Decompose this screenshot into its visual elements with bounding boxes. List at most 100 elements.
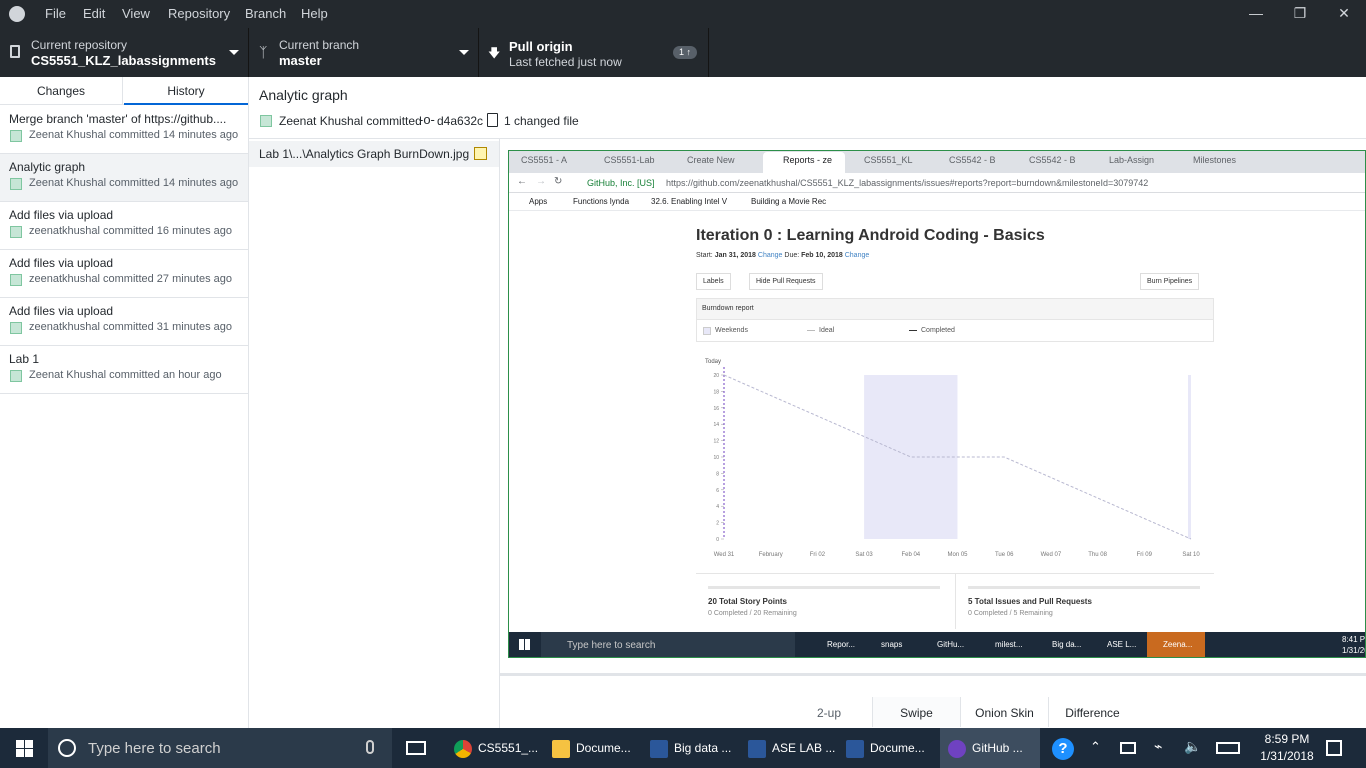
commit-meta: Zeenat Khushal committed an hour ago <box>29 369 222 381</box>
inner-taskbar: Type here to search Repor... snaps GitHu… <box>509 632 1366 657</box>
close-icon[interactable]: ✕ <box>1321 0 1366 28</box>
search-icon <box>58 739 76 757</box>
pull-label: Pull origin <box>509 39 573 54</box>
tab-changes[interactable]: Changes <box>0 77 123 105</box>
notification-icon[interactable] <box>1326 740 1342 756</box>
clock-date[interactable]: 1/31/2018 <box>1257 749 1317 763</box>
commit-list-item[interactable]: Lab 1 Zeenat Khushal committed an hour a… <box>0 346 248 394</box>
taskbar: Type here to search CS5551_... Docume...… <box>0 728 1366 768</box>
speaker-icon[interactable]: 🔈 <box>1184 738 1201 755</box>
x-tick-label: Fri 02 <box>810 552 826 558</box>
menu-repository[interactable]: Repository <box>168 6 230 21</box>
toolbar: Current repository CS5551_KLZ_labassignm… <box>0 28 1366 77</box>
chevron-down-icon <box>459 50 469 55</box>
pull-sub: Last fetched just now <box>509 55 622 69</box>
current-repository-dropdown[interactable]: Current repository CS5551_KLZ_labassignm… <box>0 28 249 77</box>
taskbar-github[interactable]: GitHub ... <box>940 728 1040 768</box>
taskbar-explorer[interactable]: Docume... <box>544 728 640 768</box>
commit-list-item[interactable]: Add files via upload zeenatkhushal commi… <box>0 202 248 250</box>
taskbar-word-ase[interactable]: ASE LAB ... <box>740 728 836 768</box>
help-icon[interactable]: ? <box>1052 738 1074 760</box>
inner-task-item: ASE L... <box>1107 640 1137 649</box>
swipe-divider <box>500 673 1366 676</box>
mode-swipe[interactable]: Swipe <box>872 697 960 727</box>
commit-list-item[interactable]: Add files via upload zeenatkhushal commi… <box>0 298 248 346</box>
browser-tab: Lab-Assign <box>1109 155 1155 165</box>
x-tick-label: Sat 10 <box>1182 552 1200 558</box>
avatar <box>10 130 22 142</box>
y-tick-label: 18 <box>713 389 719 395</box>
commit-list-item-selected[interactable]: Analytic graph Zeenat Khushal committed … <box>0 154 248 202</box>
chevron-up-icon[interactable]: ⌃ <box>1090 739 1101 755</box>
battery-icon[interactable] <box>1120 742 1136 754</box>
url: https://github.com/zeenatkhushal/CS5551_… <box>666 178 1149 188</box>
back-icon: ← <box>517 176 527 187</box>
legend-label: Weekends <box>715 327 748 334</box>
tab-history[interactable]: History <box>124 77 248 105</box>
inner-time: 8:41 P <box>1342 635 1366 644</box>
keyboard-icon[interactable] <box>1216 742 1240 754</box>
y-tick-label: 16 <box>713 406 719 412</box>
changed-file-list: Lab 1\...\Analytics Graph BurnDown.jpg <box>249 139 500 728</box>
clock-time[interactable]: 8:59 PM <box>1257 732 1317 746</box>
y-tick-label: 0 <box>716 537 719 543</box>
menu-branch[interactable]: Branch <box>245 6 286 21</box>
modified-icon <box>474 147 487 160</box>
weekend-swatch <box>703 327 711 335</box>
menu-help[interactable]: Help <box>301 6 328 21</box>
pull-badge: 1 ↑ <box>673 46 698 59</box>
divider <box>955 574 956 629</box>
legend-label: Completed <box>921 327 955 334</box>
commit-sha[interactable]: d4a632c <box>437 114 483 128</box>
x-tick-label: Sat 03 <box>855 552 873 558</box>
commit-summary: Analytic graph Zeenat Khushal committed … <box>249 77 1366 139</box>
repo-icon <box>10 45 20 58</box>
avatar <box>260 115 272 127</box>
inner-date: 1/31/20 <box>1342 646 1365 655</box>
browser-tab: Create New <box>687 155 735 165</box>
image-preview: CS5551 - A CS5551-Lab Create New Reports… <box>508 150 1366 658</box>
windows-start-icon[interactable] <box>16 740 33 757</box>
task-view-icon[interactable] <box>406 741 426 755</box>
avatar <box>10 226 22 238</box>
commit-meta: Zeenat Khushal committed 14 minutes ago <box>29 177 239 189</box>
taskbar-search[interactable]: Type here to search <box>48 728 392 768</box>
commit-title: Add files via upload <box>9 256 114 270</box>
commit-detail-title: Analytic graph <box>259 87 348 103</box>
wifi-icon[interactable]: ⌁ <box>1154 738 1162 755</box>
y-tick-label: 20 <box>713 373 719 379</box>
pull-origin-button[interactable]: 🡇 Pull origin Last fetched just now 1 ↑ <box>479 28 709 77</box>
mode-onion-skin[interactable]: Onion Skin <box>960 697 1048 727</box>
taskbar-word-document[interactable]: Docume... <box>838 728 934 768</box>
progress-bar <box>708 586 940 589</box>
mode-difference[interactable]: Difference <box>1048 697 1136 727</box>
current-branch-dropdown[interactable]: ᛉ Current branch master <box>249 28 479 77</box>
menu-view[interactable]: View <box>122 6 150 21</box>
commit-title: Merge branch 'master' of https://github.… <box>9 112 227 126</box>
story-points-sub: 0 Completed / 20 Remaining <box>708 610 797 617</box>
commit-list-item[interactable]: Add files via upload zeenatkhushal commi… <box>0 250 248 298</box>
menu-file[interactable]: File <box>45 6 66 21</box>
forward-icon: → <box>536 176 546 187</box>
file-list-item[interactable]: Lab 1\...\Analytics Graph BurnDown.jpg <box>249 141 499 167</box>
avatar <box>10 370 22 382</box>
commit-list-item[interactable]: Merge branch 'master' of https://github.… <box>0 106 248 154</box>
browser-tab: Reports - ze <box>783 155 833 165</box>
inner-search-text: Type here to search <box>567 640 656 651</box>
legend-label: Ideal <box>819 327 835 334</box>
y-tick-label: 2 <box>716 521 719 527</box>
windows-icon <box>519 639 530 650</box>
reload-icon: ↻ <box>554 176 563 187</box>
x-tick-label: February <box>759 552 783 558</box>
mode-2up[interactable]: 2-up <box>800 697 858 727</box>
maximize-icon[interactable]: ❐ <box>1277 0 1323 28</box>
taskbar-chrome[interactable]: CS5551_... <box>446 728 542 768</box>
taskbar-word-bigdata[interactable]: Big data ... <box>642 728 738 768</box>
menu-edit[interactable]: Edit <box>83 6 105 21</box>
burndown-chart: 20181614121086420Wed 31 February Fri 02 Sat… <box>713 367 1200 558</box>
history-panel: Changes History Merge branch 'master' of… <box>0 77 249 728</box>
minimize-icon[interactable]: — <box>1233 0 1279 28</box>
folder-icon <box>552 739 570 758</box>
changed-files: 1 changed file <box>504 114 579 128</box>
bookmark: Functions lynda <box>573 197 630 206</box>
